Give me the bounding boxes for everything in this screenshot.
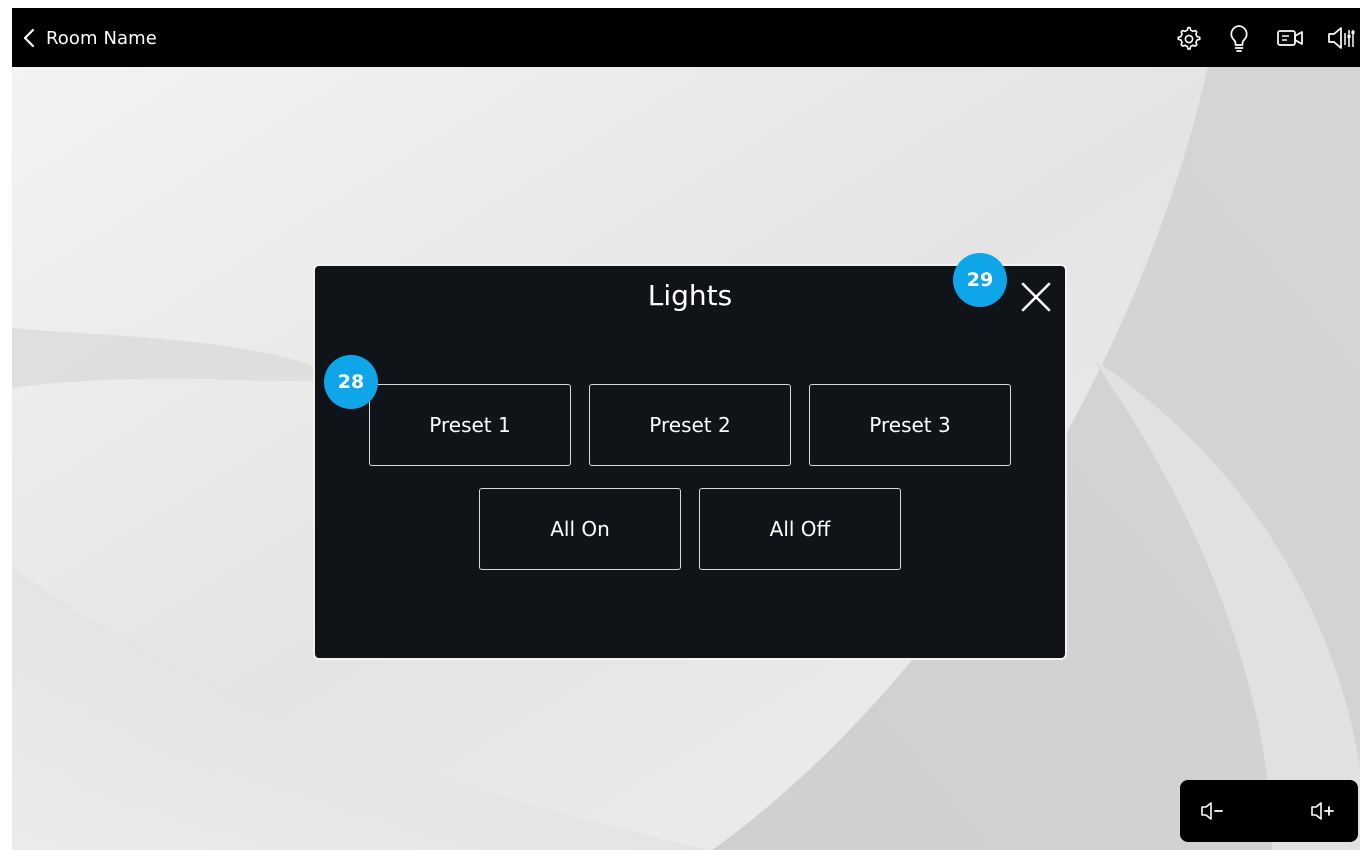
camera-button[interactable] [1275,23,1305,53]
close-button[interactable] [1015,276,1057,318]
header-icon-group [1152,22,1356,54]
preset-1-button[interactable]: Preset 1 [369,384,571,466]
volume-down-icon [1201,802,1223,820]
lights-button[interactable] [1224,23,1254,53]
speaker-icon [1328,27,1355,49]
touch-panel-screen: Room Name Lights Preset 1 Preset 2 Prese… [12,8,1360,850]
audio-button[interactable] [1326,23,1356,53]
settings-button[interactable] [1173,23,1203,53]
close-icon [1021,282,1051,312]
camera-icon [1277,30,1303,46]
callout-badge-28: 28 [324,355,378,409]
chevron-left-icon [23,28,35,48]
all-on-button[interactable]: All On [479,488,681,570]
callout-badge-29: 29 [953,253,1007,307]
top-bar: Room Name [12,8,1360,67]
gear-icon [1177,26,1201,50]
volume-up-button[interactable] [1304,791,1344,831]
volume-up-icon [1311,802,1334,820]
volume-down-button[interactable] [1194,791,1234,831]
preset-2-button[interactable]: Preset 2 [589,384,791,466]
room-name-label: Room Name [46,27,157,49]
preset-3-button[interactable]: Preset 3 [809,384,1011,466]
volume-control-bar [1180,780,1358,842]
lights-dialog: Lights Preset 1 Preset 2 Preset 3 All On… [313,264,1067,660]
back-button[interactable]: Room Name [22,22,157,54]
lightbulb-icon [1230,25,1248,52]
all-off-button[interactable]: All Off [699,488,901,570]
